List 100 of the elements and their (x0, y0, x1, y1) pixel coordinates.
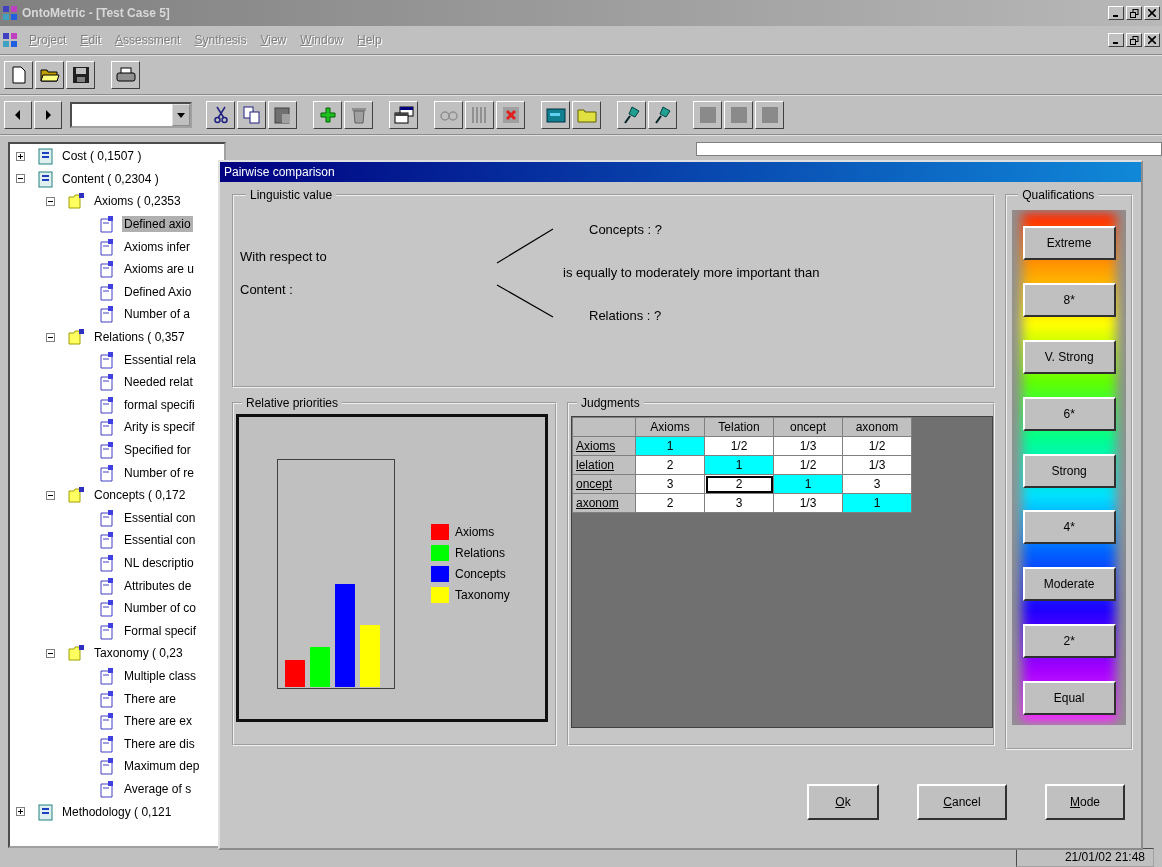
folder-icon (68, 644, 86, 663)
delete-x-icon (501, 106, 520, 124)
tree-item[interactable]: Taxonomy ( 0,23 (92, 645, 185, 662)
save-button[interactable] (66, 61, 95, 89)
square-icon (729, 106, 748, 124)
tree-item[interactable]: Axioms infer (122, 238, 193, 255)
comparison-text: is equally to moderately more important than (563, 265, 820, 280)
collapse-icon[interactable] (46, 332, 55, 342)
tree-item[interactable]: Arity is specif (122, 419, 197, 436)
tree-item[interactable]: Defined axio (122, 216, 193, 233)
tree-item[interactable]: There are ex (122, 713, 195, 730)
tile-button[interactable] (755, 101, 784, 129)
dialog-button[interactable]: Ok (807, 784, 879, 820)
qualification-button[interactable]: 6* (1022, 396, 1116, 431)
tree-item[interactable]: Relations ( 0,357 (92, 329, 187, 346)
trash-button[interactable] (344, 101, 373, 129)
forward-button[interactable] (34, 101, 62, 129)
add-button[interactable] (313, 101, 342, 129)
qualification-button[interactable]: Extreme (1022, 226, 1116, 260)
qualification-button[interactable]: Equal (1022, 681, 1116, 715)
tree-item[interactable]: There are (122, 690, 179, 707)
pin-button[interactable] (648, 101, 677, 129)
qualification-button[interactable]: 8* (1022, 282, 1116, 317)
paste-button[interactable] (268, 101, 297, 129)
collapse-icon[interactable] (46, 197, 55, 206)
tree-item[interactable]: Content ( 0,2304 ) (60, 170, 161, 187)
tree-item[interactable]: Average of s (122, 780, 194, 797)
blank-page-icon (10, 66, 27, 84)
tree-item[interactable]: There are dis (122, 735, 197, 752)
cut-button[interactable] (206, 101, 235, 129)
tree-item[interactable]: Formal specif (122, 622, 199, 639)
tree-item[interactable]: Essential rela (122, 351, 199, 368)
qualification-button[interactable]: Moderate (1022, 567, 1116, 602)
column-header: axonom (842, 417, 912, 437)
tree-item[interactable]: formal specifi (122, 396, 197, 413)
tree-item[interactable]: Attributes de (122, 577, 194, 594)
priority-bar (285, 660, 305, 687)
collapse-icon[interactable] (46, 648, 55, 658)
group-title: Qualifications (1021, 188, 1096, 202)
legend-label: Relations (455, 546, 506, 560)
tree-item[interactable]: Specified for (122, 442, 193, 458)
tree-item[interactable]: Essential con (122, 532, 198, 549)
restore-button[interactable] (1126, 33, 1142, 47)
qualification-button[interactable]: V. Strong (1022, 339, 1116, 374)
printer-icon (115, 67, 136, 83)
column-header: Telation (704, 417, 774, 437)
tree-item[interactable]: Axioms are u (122, 261, 197, 278)
new-file-button[interactable] (4, 61, 33, 89)
tree-item[interactable]: Cost ( 0,1507 ) (60, 148, 144, 165)
tile-button[interactable] (693, 101, 722, 129)
qualification-button[interactable]: 2* (1022, 624, 1116, 659)
folder-icon (68, 328, 86, 347)
pin-icon (622, 105, 641, 125)
windows-button[interactable] (389, 101, 418, 129)
dialog-title: Pairwise comparison (220, 162, 1141, 182)
box-button[interactable] (541, 101, 570, 129)
expand-icon[interactable] (16, 807, 25, 816)
square-icon (698, 106, 717, 124)
collapse-icon[interactable] (46, 490, 55, 500)
minimize-button[interactable] (1108, 33, 1124, 47)
tree-item[interactable]: Axioms ( 0,2353 (92, 193, 183, 210)
legend-label: Concepts (455, 567, 506, 581)
restore-icon (1129, 8, 1139, 18)
tree-item[interactable]: Number of co (122, 600, 199, 617)
pin-button[interactable] (617, 101, 646, 129)
expand-icon[interactable] (16, 151, 25, 161)
folder-button[interactable] (572, 101, 601, 129)
delete-button[interactable] (496, 101, 525, 129)
close-button[interactable] (1144, 6, 1160, 20)
folder-icon (576, 107, 597, 123)
collapse-icon[interactable] (16, 174, 25, 184)
tree-item[interactable]: Maximum dep (122, 758, 202, 775)
trash-icon (350, 106, 367, 124)
qualification-button[interactable]: Strong (1022, 453, 1116, 488)
glasses-button[interactable] (434, 101, 463, 129)
copy-button[interactable] (237, 101, 266, 129)
open-folder-button[interactable] (35, 61, 64, 89)
tree-item[interactable]: Multiple class (122, 667, 199, 684)
dropdown-field[interactable] (70, 102, 192, 128)
print-button[interactable] (111, 61, 140, 89)
tree-item[interactable]: Number of a (122, 306, 193, 323)
qualification-button[interactable]: 4* (1022, 510, 1116, 545)
tile-button[interactable] (724, 101, 753, 129)
tree-item[interactable]: Essential con (122, 509, 198, 526)
minimize-button[interactable] (1108, 6, 1124, 20)
column-header: Axioms (635, 417, 705, 437)
tree-item[interactable]: Defined Axio (122, 283, 194, 300)
element-label: Concepts : ? (589, 222, 663, 237)
columns-button[interactable] (465, 101, 494, 129)
dialog-button[interactable]: Mode (1045, 784, 1125, 820)
tree-item[interactable]: NL descriptio (122, 555, 196, 571)
tree-item[interactable]: Concepts ( 0,172 (92, 487, 188, 504)
tree-item[interactable]: Methodology ( 0,121 (60, 803, 174, 820)
back-button[interactable] (4, 101, 32, 129)
dialog-button[interactable]: Cancel (917, 784, 1007, 820)
close-button[interactable] (1144, 33, 1160, 47)
restore-button[interactable] (1126, 6, 1142, 20)
tree-item[interactable]: Needed relat (122, 374, 195, 391)
group-title: Relative priorities (245, 396, 340, 410)
tree-item[interactable]: Number of re (122, 464, 197, 481)
